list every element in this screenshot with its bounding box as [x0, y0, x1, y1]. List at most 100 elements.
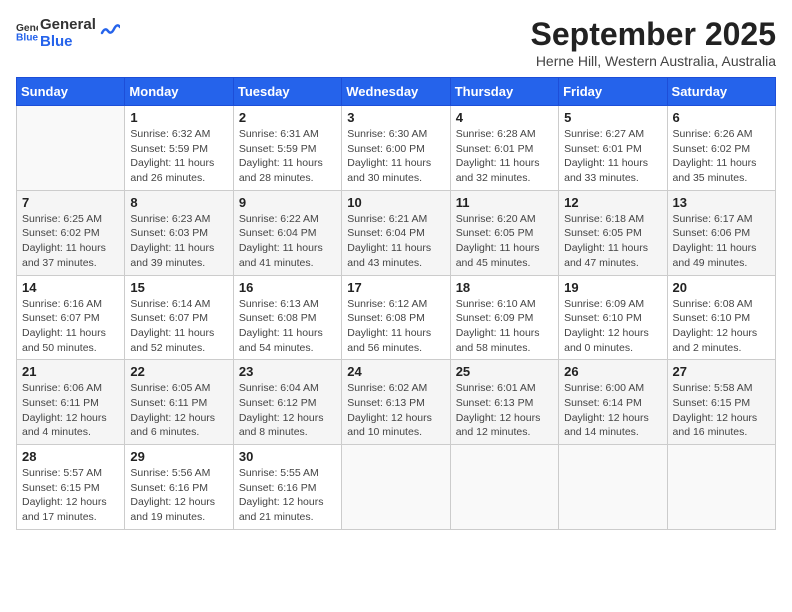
calendar-table: SundayMondayTuesdayWednesdayThursdayFrid…	[16, 77, 776, 530]
day-info: Sunrise: 6:17 AM Sunset: 6:06 PM Dayligh…	[673, 212, 770, 271]
day-number: 20	[673, 280, 770, 295]
day-info: Sunrise: 6:05 AM Sunset: 6:11 PM Dayligh…	[130, 381, 227, 440]
calendar-cell	[17, 106, 125, 191]
calendar-cell: 15Sunrise: 6:14 AM Sunset: 6:07 PM Dayli…	[125, 275, 233, 360]
weekday-header-monday: Monday	[125, 78, 233, 106]
calendar-cell: 26Sunrise: 6:00 AM Sunset: 6:14 PM Dayli…	[559, 360, 667, 445]
weekday-header-sunday: Sunday	[17, 78, 125, 106]
logo-blue: Blue	[40, 33, 96, 50]
calendar-cell: 20 Sunrise: 6:08 AM Sunset: 6:10 PM Dayli…	[667, 275, 775, 360]
weekday-header-thursday: Thursday	[450, 78, 558, 106]
calendar-cell: 7 Sunrise: 6:25 AM Sunset: 6:02 PM Daylig…	[17, 190, 125, 275]
day-number: 15	[130, 280, 227, 295]
day-info: Sunrise: 5:55 AM Sunset: 6:16 PM Dayligh…	[239, 466, 336, 525]
day-info: Sunrise: 5:58 AM Sunset: 6:15 PM Dayligh…	[673, 381, 770, 440]
day-number: 8	[130, 195, 227, 210]
calendar-week-row: 21 Sunrise: 6:06 AM Sunset: 6:11 PM Dayli…	[17, 360, 776, 445]
calendar-cell: 1 Sunrise: 6:32 AM Sunset: 5:59 PM Daylig…	[125, 106, 233, 191]
calendar-cell: 19 Sunrise: 6:09 AM Sunset: 6:10 PM Dayli…	[559, 275, 667, 360]
day-number: 27	[673, 364, 770, 379]
calendar-cell: 21 Sunrise: 6:06 AM Sunset: 6:11 PM Dayli…	[17, 360, 125, 445]
day-number: 25	[456, 364, 553, 379]
calendar-cell: 17 Sunrise: 6:12 AM Sunset: 6:08 PM Dayli…	[342, 275, 450, 360]
calendar-cell	[342, 445, 450, 530]
day-number: 12	[564, 195, 661, 210]
logo: General Blue General Blue	[16, 16, 120, 51]
calendar-cell: 4Sunrise: 6:28 AM Sunset: 6:01 PM Daylig…	[450, 106, 558, 191]
day-number: 17	[347, 280, 444, 295]
calendar-week-row: 1 Sunrise: 6:32 AM Sunset: 5:59 PM Daylig…	[17, 106, 776, 191]
calendar-cell: 25 Sunrise: 6:01 AM Sunset: 6:13 PM Dayli…	[450, 360, 558, 445]
calendar-cell: 13 Sunrise: 6:17 AM Sunset: 6:06 PM Dayli…	[667, 190, 775, 275]
calendar-cell: 27 Sunrise: 5:58 AM Sunset: 6:15 PM Dayli…	[667, 360, 775, 445]
day-number: 9	[239, 195, 336, 210]
day-info: Sunrise: 6:01 AM Sunset: 6:13 PM Dayligh…	[456, 381, 553, 440]
day-info: Sunrise: 6:25 AM Sunset: 6:02 PM Dayligh…	[22, 212, 119, 271]
day-number: 1	[130, 110, 227, 125]
title-area: September 2025 Herne Hill, Western Austr…	[531, 16, 776, 69]
svg-text:Blue: Blue	[16, 32, 38, 42]
calendar-cell: 29 Sunrise: 5:56 AM Sunset: 6:16 PM Dayli…	[125, 445, 233, 530]
day-info: Sunrise: 6:06 AM Sunset: 6:11 PM Dayligh…	[22, 381, 119, 440]
day-info: Sunrise: 6:12 AM Sunset: 6:08 PM Dayligh…	[347, 297, 444, 356]
day-number: 22	[130, 364, 227, 379]
calendar-header-row: SundayMondayTuesdayWednesdayThursdayFrid…	[17, 78, 776, 106]
calendar-cell: 24 Sunrise: 6:02 AM Sunset: 6:13 PM Dayli…	[342, 360, 450, 445]
day-info: Sunrise: 6:02 AM Sunset: 6:13 PM Dayligh…	[347, 381, 444, 440]
calendar-cell: 30 Sunrise: 5:55 AM Sunset: 6:16 PM Dayli…	[233, 445, 341, 530]
day-number: 28	[22, 449, 119, 464]
day-number: 16	[239, 280, 336, 295]
month-title: September 2025	[531, 16, 776, 53]
day-number: 23	[239, 364, 336, 379]
day-number: 18	[456, 280, 553, 295]
day-info: Sunrise: 6:21 AM Sunset: 6:04 PM Dayligh…	[347, 212, 444, 271]
calendar-week-row: 7 Sunrise: 6:25 AM Sunset: 6:02 PM Daylig…	[17, 190, 776, 275]
day-info: Sunrise: 6:32 AM Sunset: 5:59 PM Dayligh…	[130, 127, 227, 186]
calendar-cell: 11Sunrise: 6:20 AM Sunset: 6:05 PM Dayli…	[450, 190, 558, 275]
calendar-cell	[450, 445, 558, 530]
calendar-cell: 9 Sunrise: 6:22 AM Sunset: 6:04 PM Daylig…	[233, 190, 341, 275]
day-info: Sunrise: 6:26 AM Sunset: 6:02 PM Dayligh…	[673, 127, 770, 186]
day-info: Sunrise: 6:08 AM Sunset: 6:10 PM Dayligh…	[673, 297, 770, 356]
weekday-header-wednesday: Wednesday	[342, 78, 450, 106]
day-info: Sunrise: 6:13 AM Sunset: 6:08 PM Dayligh…	[239, 297, 336, 356]
day-info: Sunrise: 6:09 AM Sunset: 6:10 PM Dayligh…	[564, 297, 661, 356]
calendar-cell: 10Sunrise: 6:21 AM Sunset: 6:04 PM Dayli…	[342, 190, 450, 275]
day-info: Sunrise: 6:18 AM Sunset: 6:05 PM Dayligh…	[564, 212, 661, 271]
calendar-cell	[559, 445, 667, 530]
calendar-cell: 5Sunrise: 6:27 AM Sunset: 6:01 PM Daylig…	[559, 106, 667, 191]
day-number: 2	[239, 110, 336, 125]
location-title: Herne Hill, Western Australia, Australia	[531, 53, 776, 69]
day-info: Sunrise: 6:16 AM Sunset: 6:07 PM Dayligh…	[22, 297, 119, 356]
day-number: 6	[673, 110, 770, 125]
day-number: 7	[22, 195, 119, 210]
calendar-cell: 2Sunrise: 6:31 AM Sunset: 5:59 PM Daylig…	[233, 106, 341, 191]
day-number: 19	[564, 280, 661, 295]
weekday-header-friday: Friday	[559, 78, 667, 106]
day-number: 29	[130, 449, 227, 464]
day-number: 3	[347, 110, 444, 125]
day-info: Sunrise: 6:22 AM Sunset: 6:04 PM Dayligh…	[239, 212, 336, 271]
day-number: 24	[347, 364, 444, 379]
page-header: General Blue General Blue September 2025…	[16, 16, 776, 69]
day-info: Sunrise: 5:57 AM Sunset: 6:15 PM Dayligh…	[22, 466, 119, 525]
day-info: Sunrise: 5:56 AM Sunset: 6:16 PM Dayligh…	[130, 466, 227, 525]
day-info: Sunrise: 6:04 AM Sunset: 6:12 PM Dayligh…	[239, 381, 336, 440]
day-number: 21	[22, 364, 119, 379]
calendar-cell: 3Sunrise: 6:30 AM Sunset: 6:00 PM Daylig…	[342, 106, 450, 191]
day-info: Sunrise: 6:28 AM Sunset: 6:01 PM Dayligh…	[456, 127, 553, 186]
day-number: 30	[239, 449, 336, 464]
calendar-cell: 28 Sunrise: 5:57 AM Sunset: 6:15 PM Dayli…	[17, 445, 125, 530]
calendar-cell: 8 Sunrise: 6:23 AM Sunset: 6:03 PM Daylig…	[125, 190, 233, 275]
weekday-header-saturday: Saturday	[667, 78, 775, 106]
day-number: 13	[673, 195, 770, 210]
logo-wave-icon	[100, 19, 120, 39]
calendar-cell: 6 Sunrise: 6:26 AM Sunset: 6:02 PM Daylig…	[667, 106, 775, 191]
logo-icon: General Blue	[16, 20, 38, 42]
day-number: 26	[564, 364, 661, 379]
calendar-cell: 18Sunrise: 6:10 AM Sunset: 6:09 PM Dayli…	[450, 275, 558, 360]
day-number: 5	[564, 110, 661, 125]
day-info: Sunrise: 6:23 AM Sunset: 6:03 PM Dayligh…	[130, 212, 227, 271]
calendar-cell: 14Sunrise: 6:16 AM Sunset: 6:07 PM Dayli…	[17, 275, 125, 360]
logo-general: General	[40, 16, 96, 33]
